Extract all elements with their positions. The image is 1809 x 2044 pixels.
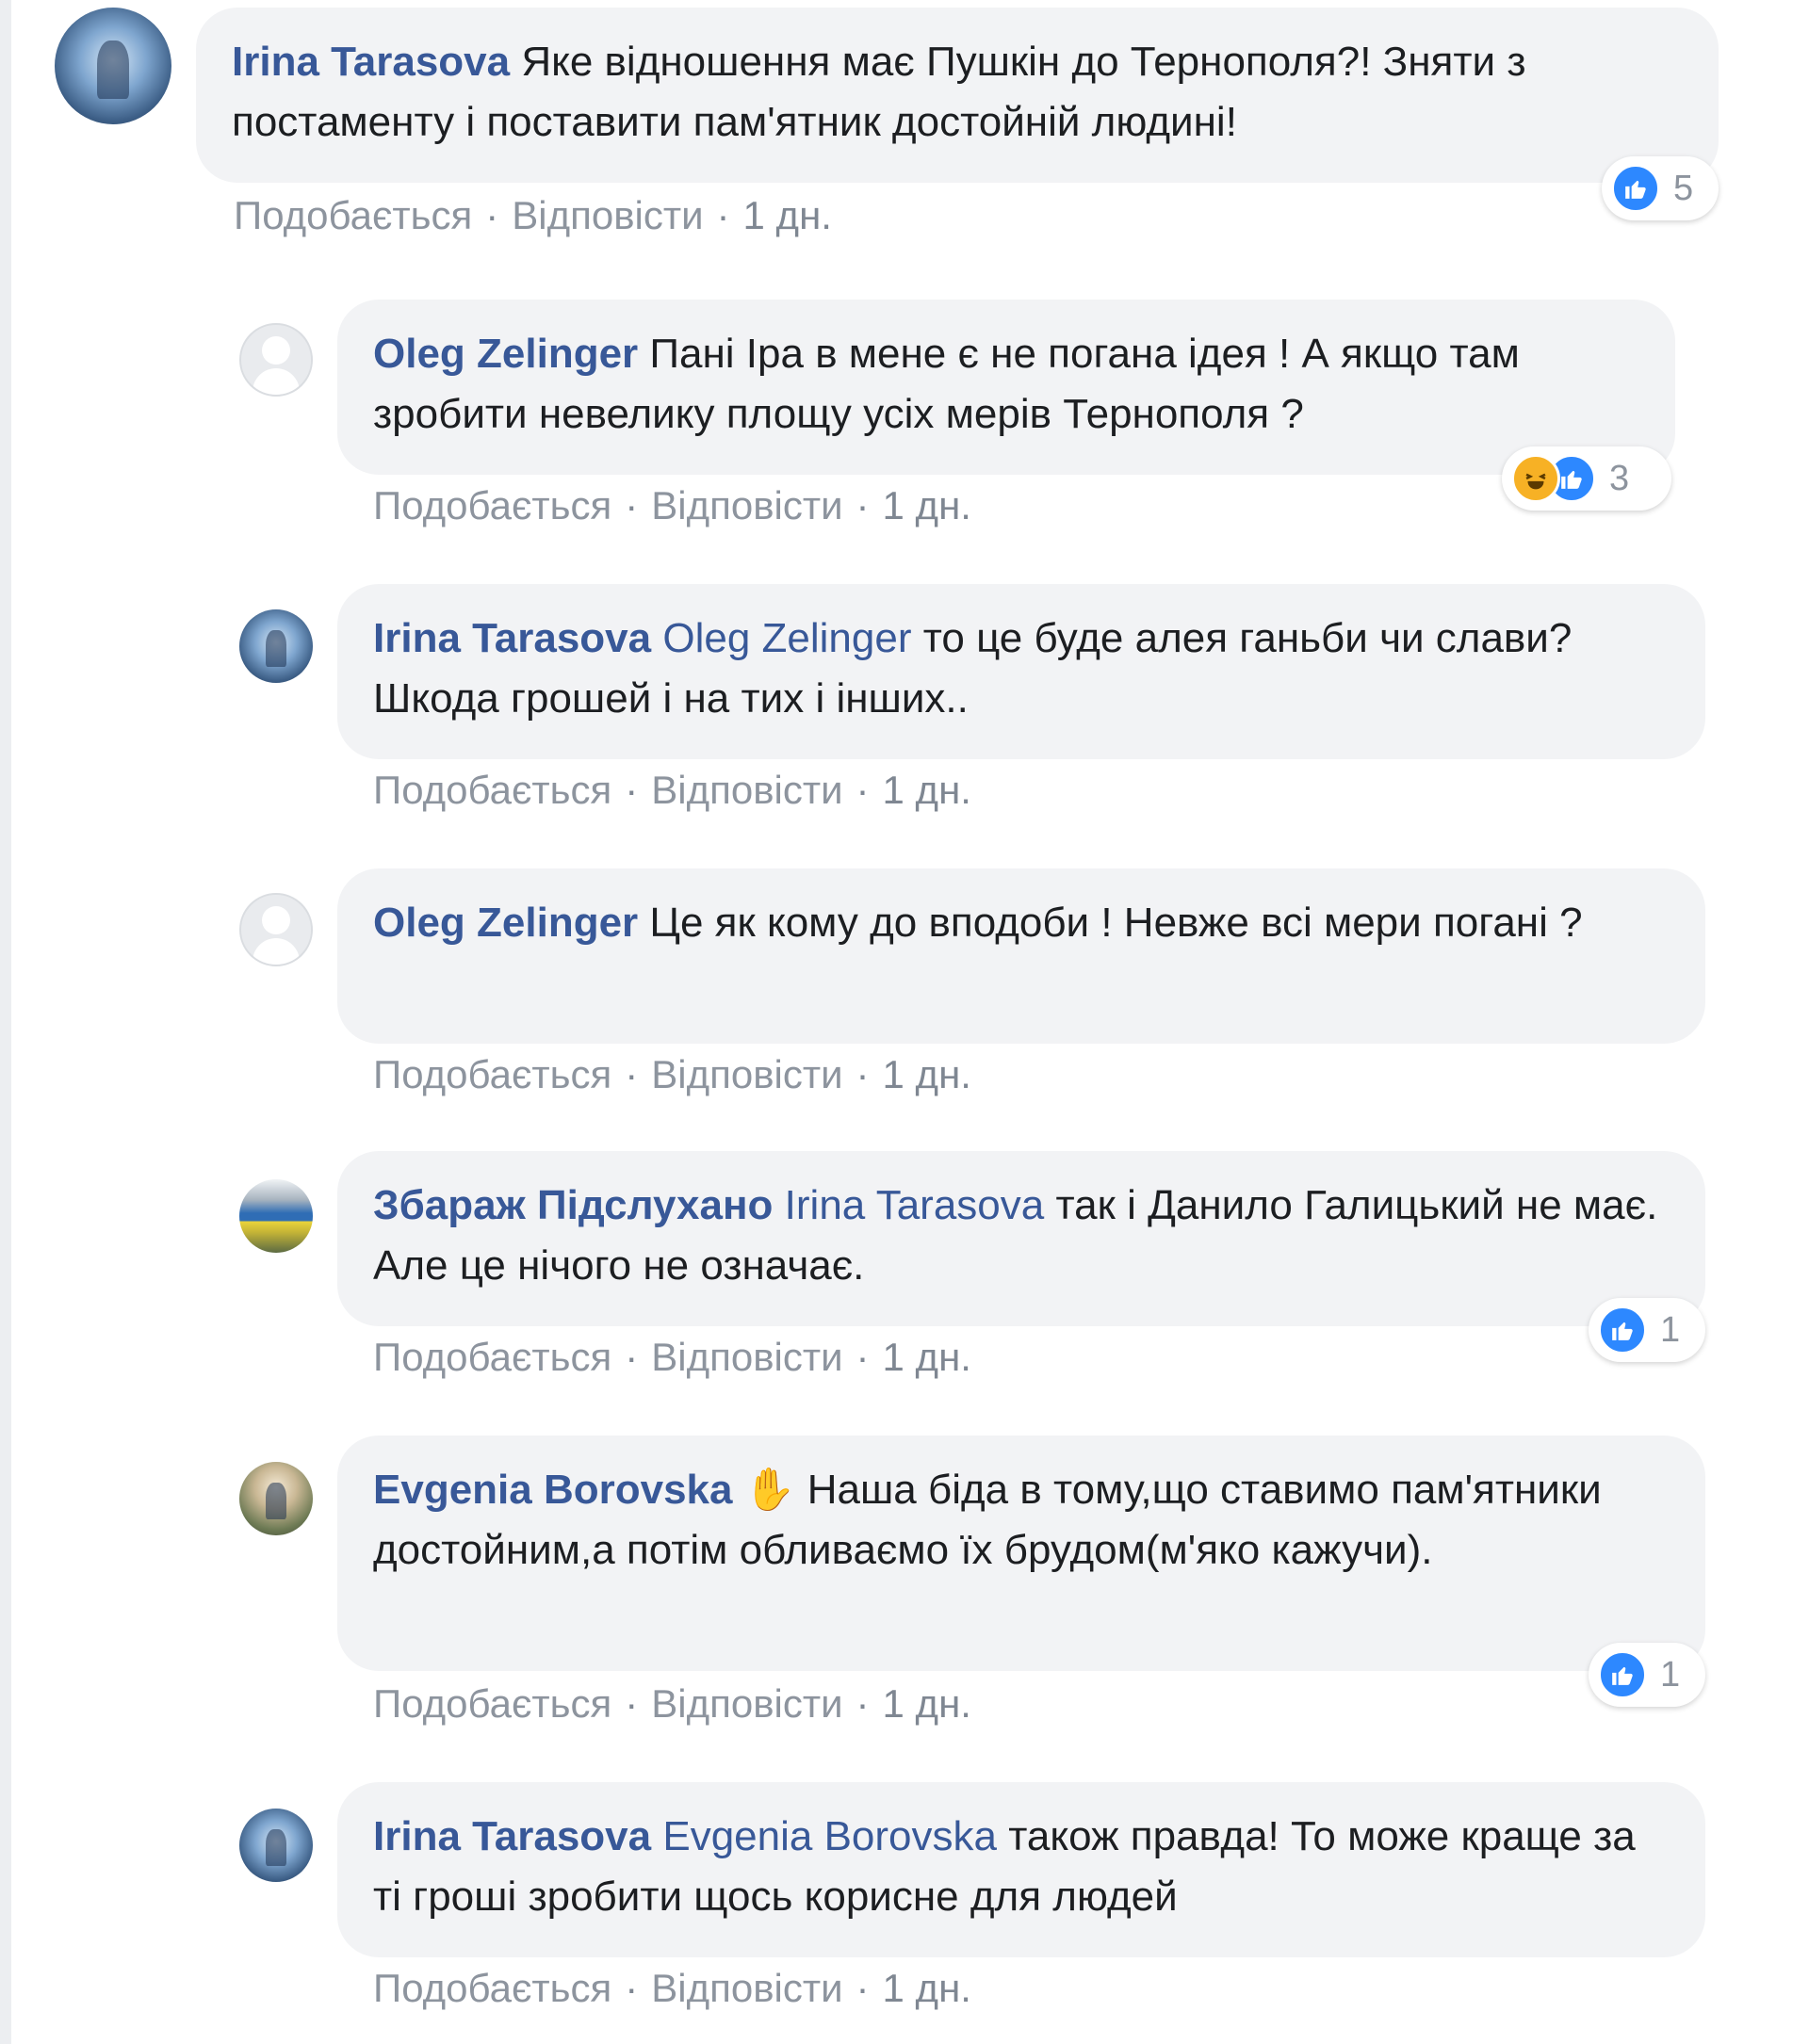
reply-link[interactable]: Відповісти <box>651 483 842 527</box>
reaction-count: 1 <box>1660 1654 1681 1695</box>
comment-author[interactable]: Irina Tarasova <box>373 1813 651 1859</box>
separator: · <box>856 1335 870 1379</box>
reaction-count: 5 <box>1673 168 1694 208</box>
reactions-summary[interactable]: 1 <box>1589 1643 1705 1707</box>
comment-author[interactable]: Oleg Zelinger <box>373 900 638 946</box>
comment-bubble: Збараж Підслухано Irina Tarasova так і Д… <box>337 1151 1705 1326</box>
reactions-summary[interactable]: 3 <box>1502 446 1671 511</box>
avatar[interactable] <box>239 609 313 683</box>
reactions-summary[interactable]: 5 <box>1602 156 1719 220</box>
reaction-count: 3 <box>1609 458 1630 498</box>
comment-timestamp[interactable]: 1 дн. <box>883 1966 971 2010</box>
like-link[interactable]: Подобається <box>373 768 611 812</box>
comment-author[interactable]: Evgenia Borovska <box>373 1467 733 1513</box>
haha-icon <box>1511 454 1560 503</box>
comment-timestamp[interactable]: 1 дн. <box>883 1052 971 1096</box>
like-link[interactable]: Подобається <box>373 1966 611 2010</box>
comment-mention[interactable]: Irina Tarasova <box>785 1182 1045 1228</box>
comment-timestamp[interactable]: 1 дн. <box>883 1335 971 1379</box>
comment-bubble: Irina Tarasova Evgenia Borovska також пр… <box>337 1782 1705 1957</box>
separator: · <box>625 1966 639 2010</box>
avatar[interactable] <box>239 1179 313 1253</box>
reply-link[interactable]: Відповісти <box>651 1966 842 2010</box>
like-link[interactable]: Подобається <box>373 1681 611 1726</box>
like-link[interactable]: Подобається <box>373 483 611 527</box>
comment-timestamp[interactable]: 1 дн. <box>883 483 971 527</box>
reply-link[interactable]: Відповісти <box>651 1681 842 1726</box>
separator: · <box>625 1052 639 1096</box>
comment-text: Це як кому до вподоби ! Невже всі мери п… <box>649 900 1583 946</box>
comment-timestamp[interactable]: 1 дн. <box>883 1681 971 1726</box>
comment-author[interactable]: Збараж Підслухано <box>373 1182 773 1228</box>
separator: · <box>856 483 870 527</box>
comment-actions: Подобається · Відповісти · 1 дн. <box>373 1966 971 2011</box>
like-icon <box>1611 164 1660 213</box>
avatar[interactable] <box>239 1462 313 1535</box>
comment-actions: Подобається · Відповісти · 1 дн. <box>373 768 971 813</box>
comment-mention[interactable]: Oleg Zelinger <box>662 615 911 661</box>
avatar[interactable] <box>239 323 313 397</box>
comment-timestamp[interactable]: 1 дн. <box>883 768 971 812</box>
comment-author[interactable]: Oleg Zelinger <box>373 331 638 377</box>
reaction-count: 1 <box>1660 1309 1681 1350</box>
separator: · <box>625 483 639 527</box>
comment-actions: Подобається · Відповісти · 1 дн. <box>373 1052 971 1097</box>
like-icon <box>1598 1650 1647 1699</box>
page-left-border <box>0 0 11 2044</box>
reply-link[interactable]: Відповісти <box>512 193 703 237</box>
like-link[interactable]: Подобається <box>373 1335 611 1379</box>
separator: · <box>485 193 499 237</box>
comment-timestamp[interactable]: 1 дн. <box>743 193 832 237</box>
comment-actions: Подобається · Відповісти · 1 дн. <box>373 1335 971 1380</box>
separator: · <box>856 1052 870 1096</box>
separator: · <box>716 193 730 237</box>
comment-bubble: Oleg Zelinger Це як кому до вподоби ! Не… <box>337 868 1705 1044</box>
comment-mention[interactable]: Evgenia Borovska <box>662 1813 997 1859</box>
separator: · <box>625 1335 639 1379</box>
reply-link[interactable]: Відповісти <box>651 1052 842 1096</box>
comment-actions: Подобається · Відповісти · 1 дн. <box>373 1681 971 1727</box>
comment-bubble: Irina Tarasova Oleg Zelinger то це буде … <box>337 584 1705 759</box>
comment-author[interactable]: Irina Tarasova <box>232 39 510 85</box>
emoji-icon: ✋ <box>743 1467 796 1513</box>
comment-actions: Подобається · Відповісти · 1 дн. <box>234 193 832 238</box>
comment-author[interactable]: Irina Tarasova <box>373 615 651 661</box>
like-link[interactable]: Подобається <box>373 1052 611 1096</box>
avatar[interactable] <box>55 8 171 124</box>
separator: · <box>856 768 870 812</box>
comment-bubble: Oleg Zelinger Пані Іра в мене є не поган… <box>337 300 1675 475</box>
avatar[interactable] <box>239 1809 313 1882</box>
comment-bubble: Irina Tarasova Яке відношення має Пушкін… <box>196 8 1719 183</box>
comment-bubble: Evgenia Borovska ✋ Наша біда в тому,що с… <box>337 1436 1705 1671</box>
like-icon <box>1598 1306 1647 1355</box>
reply-link[interactable]: Відповісти <box>651 768 842 812</box>
like-link[interactable]: Подобається <box>234 193 472 237</box>
separator: · <box>856 1966 870 2010</box>
separator: · <box>625 768 639 812</box>
separator: · <box>625 1681 639 1726</box>
reactions-summary[interactable]: 1 <box>1589 1298 1705 1362</box>
comment-actions: Подобається · Відповісти · 1 дн. <box>373 483 971 528</box>
separator: · <box>856 1681 870 1726</box>
avatar[interactable] <box>239 893 313 966</box>
reply-link[interactable]: Відповісти <box>651 1335 842 1379</box>
